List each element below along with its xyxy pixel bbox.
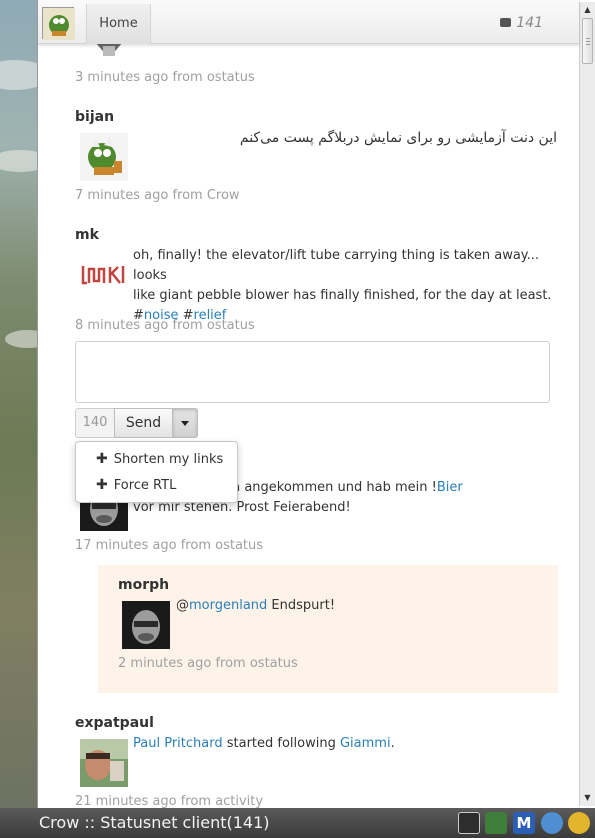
status-text: این دنت آزمایشی رو برای نمایش دربلاگم پس…: [239, 130, 557, 146]
status-text: Paul Pritchard started following Giammi.: [133, 734, 395, 754]
status-text-line: like giant pebble blower has finally fin…: [133, 288, 552, 303]
notification-counter[interactable]: 141: [500, 15, 543, 31]
status-text: oh, finally! the elevator/lift tube carr…: [133, 246, 573, 326]
group-link[interactable]: Bier: [437, 480, 463, 495]
options-dropdown-toggle[interactable]: [172, 408, 198, 438]
window-title[interactable]: Crow :: Statusnet client(141): [39, 813, 270, 832]
app-header: Home 141: [38, 0, 579, 44]
avatar[interactable]: [80, 739, 128, 787]
plus-icon: ✚: [96, 451, 108, 467]
send-button[interactable]: Send: [114, 408, 173, 438]
browser-icon[interactable]: [541, 812, 563, 834]
app-window: Home 141 3 minutes ago from ostatus bija…: [37, 0, 595, 808]
status-meta: 8 minutes ago from ostatus: [75, 318, 255, 333]
tab-home[interactable]: Home: [86, 4, 151, 44]
mail-icon[interactable]: M: [513, 812, 535, 834]
notification-count: 141: [516, 15, 543, 31]
menu-item-shorten-links[interactable]: ✚ Shorten my links: [96, 451, 223, 467]
status-meta: 21 minutes ago from activity: [75, 794, 264, 808]
menu-item-force-rtl[interactable]: ✚ Force RTL: [96, 477, 176, 493]
user-link[interactable]: Paul Pritchard: [133, 736, 223, 751]
status-text: @morgenland Endspurt!: [176, 596, 335, 616]
status-meta: 2 minutes ago from ostatus: [118, 656, 298, 671]
mention-symbol: @: [176, 598, 189, 613]
user-avatar[interactable]: [42, 7, 75, 40]
grip-line: [586, 41, 590, 42]
status-text-part: Endspurt!: [267, 598, 336, 613]
reply-box: morph @morgenland Endspurt! 2 minutes ag…: [98, 565, 558, 693]
status-meta: 7 minutes ago from Crow: [75, 188, 240, 203]
plus-icon: ✚: [96, 477, 108, 493]
status-meta: 17 minutes ago from ostatus: [75, 538, 264, 553]
scroll-down-icon[interactable]: ▼: [580, 792, 595, 804]
scrollbar-thumb[interactable]: [582, 18, 593, 64]
status-meta: 3 minutes ago from ostatus: [75, 70, 255, 85]
options-menu: ✚ Shorten my links ✚ Force RTL: [75, 441, 238, 503]
caret-down-icon: [181, 421, 189, 426]
menu-item-label: Shorten my links: [113, 452, 224, 467]
status-text-part: started following: [222, 736, 340, 751]
download-icon[interactable]: [485, 812, 507, 834]
desktop-icon[interactable]: [458, 812, 480, 834]
avatar[interactable]: [80, 251, 128, 299]
menu-item-label: Force RTL: [113, 478, 177, 493]
grip-line: [586, 44, 590, 45]
vertical-scrollbar[interactable]: ▲ ▼: [579, 2, 595, 806]
status-text-part: .: [390, 736, 395, 751]
status-author[interactable]: expatpaul: [75, 715, 154, 731]
status-author[interactable]: mk: [75, 227, 99, 243]
mention-link[interactable]: morgenland: [189, 598, 267, 613]
taskbar: Crow :: Statusnet client(141) M: [0, 808, 595, 838]
scroll-up-icon[interactable]: ▲: [580, 4, 595, 16]
avatar[interactable]: [80, 133, 128, 181]
avatar[interactable]: [122, 601, 170, 649]
status-text-line: oh, finally! the elevator/lift tube carr…: [133, 248, 540, 283]
user-link[interactable]: Giammi: [340, 736, 391, 751]
status-author[interactable]: morph: [118, 577, 169, 593]
grip-line: [586, 38, 590, 39]
char-counter: 140: [75, 408, 115, 438]
notifier-icon[interactable]: [568, 812, 590, 834]
status-author[interactable]: bijan: [75, 109, 114, 125]
comment-icon: [500, 18, 512, 27]
compose-textarea[interactable]: [75, 341, 550, 403]
